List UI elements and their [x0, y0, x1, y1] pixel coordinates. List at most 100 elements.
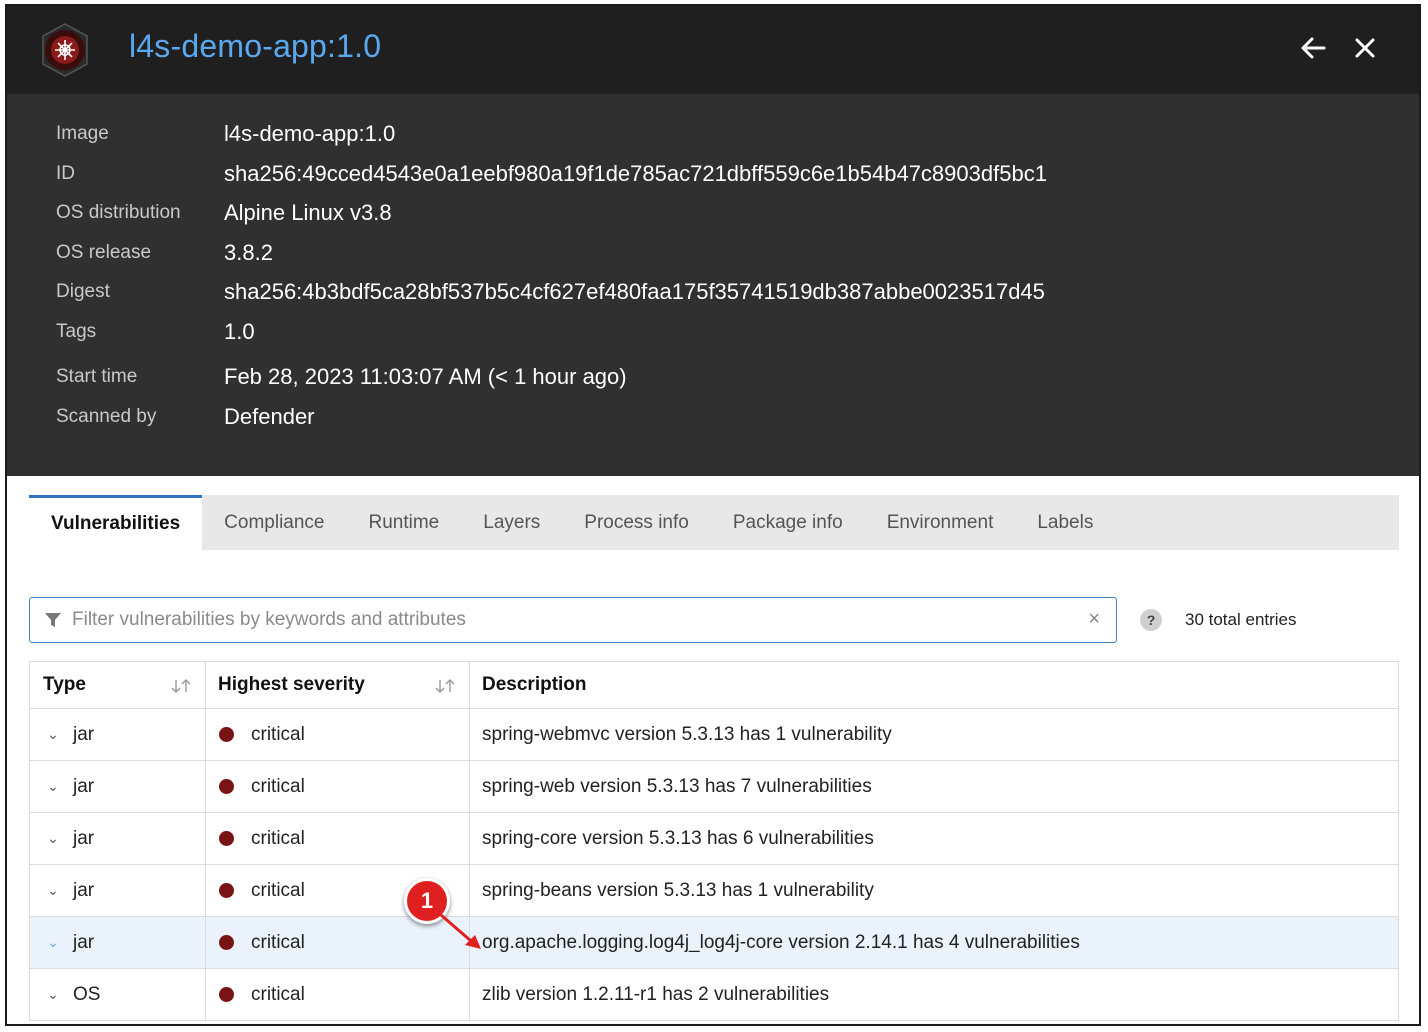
tab-runtime[interactable]: Runtime [347, 495, 462, 550]
cell-description: spring-beans version 5.3.13 has 1 vulner… [470, 865, 1399, 916]
info-row-id: ID sha256:49cced4543e0a1eebf980a19f1de78… [7, 161, 1419, 191]
info-value: Feb 28, 2023 11:03:07 AM (< 1 hour ago) [224, 364, 627, 389]
severity-text: critical [251, 879, 305, 901]
severity-text: critical [251, 931, 305, 953]
cell-description: zlib version 1.2.11-r1 has 2 vulnerabili… [470, 969, 1399, 1020]
cell-severity: critical [206, 813, 470, 864]
severity-dot [219, 935, 234, 950]
chevron-down-icon[interactable]: ⌄ [47, 830, 59, 847]
chevron-down-icon[interactable]: ⌄ [47, 778, 59, 795]
severity-text: critical [251, 723, 305, 745]
table-row[interactable]: ⌄ OS critical zlib version 1.2.11-r1 has… [29, 969, 1399, 1021]
description-text: spring-beans version 5.3.13 has 1 vulner… [482, 879, 874, 901]
cell-severity: critical [206, 917, 470, 968]
info-row-start-time: Start time Feb 28, 2023 11:03:07 AM (< 1… [7, 364, 1419, 394]
severity-dot [219, 883, 234, 898]
tab-labels[interactable]: Labels [1015, 495, 1115, 550]
sort-icon[interactable] [433, 676, 457, 696]
type-text: OS [73, 983, 101, 1005]
helm-wheel-icon [42, 23, 88, 77]
filter-input[interactable] [72, 598, 1072, 641]
severity-text: critical [251, 827, 305, 849]
info-value: 3.8.2 [224, 240, 273, 265]
tab-compliance[interactable]: Compliance [202, 495, 346, 550]
info-label: Digest [56, 281, 110, 302]
info-row-tags: Tags 1.0 [7, 319, 1419, 349]
table-row[interactable]: ⌄ jar critical spring-core version 5.3.1… [29, 813, 1399, 865]
severity-dot [219, 779, 234, 794]
total-entries: 30 total entries [1185, 610, 1297, 629]
description-text: spring-web version 5.3.13 has 7 vulnerab… [482, 775, 872, 797]
column-header-description: Description [470, 662, 1399, 708]
cell-type: ⌄ OS [29, 969, 206, 1020]
filter-box: × [29, 597, 1117, 643]
tab-process-info[interactable]: Process info [562, 495, 711, 550]
cell-severity: critical [206, 969, 470, 1020]
table-row[interactable]: ⌄ jar critical spring-beans version 5.3.… [29, 865, 1399, 917]
table-row-highlighted[interactable]: ⌄ jar critical org.apache.logging.log4j_… [29, 917, 1399, 969]
info-row-os-release: OS release 3.8.2 [7, 240, 1419, 270]
cell-severity: critical [206, 709, 470, 760]
cell-type: ⌄ jar [29, 761, 206, 812]
back-button[interactable] [1297, 32, 1329, 64]
info-value: Alpine Linux v3.8 [224, 200, 392, 225]
info-row-digest: Digest sha256:4b3bdf5ca28bf537b5c4cf627e… [7, 279, 1419, 309]
info-label: Start time [56, 366, 138, 387]
column-header-severity[interactable]: Highest severity [206, 662, 470, 708]
cell-description: spring-core version 5.3.13 has 6 vulnera… [470, 813, 1399, 864]
help-icon[interactable]: ? [1140, 609, 1162, 631]
tab-layers[interactable]: Layers [461, 495, 562, 550]
vulnerabilities-table: Type Highest severity Description ⌄ jar … [29, 661, 1399, 1021]
table-row[interactable]: ⌄ jar critical spring-web version 5.3.13… [29, 761, 1399, 813]
close-icon [1355, 38, 1375, 58]
tab-package-info[interactable]: Package info [711, 495, 865, 550]
info-value: l4s-demo-app:1.0 [224, 121, 396, 146]
severity-dot [219, 727, 234, 742]
info-label: OS release [56, 242, 152, 263]
table-row[interactable]: ⌄ jar critical spring-webmvc version 5.3… [29, 709, 1399, 761]
cell-description: org.apache.logging.log4j_log4j-core vers… [470, 917, 1399, 968]
info-row-os-distribution: OS distribution Alpine Linux v3.8 [7, 200, 1419, 230]
chevron-down-icon[interactable]: ⌄ [47, 986, 59, 1003]
info-label: Image [56, 123, 109, 144]
arrow-left-icon [1301, 37, 1326, 59]
type-text: jar [73, 879, 95, 901]
severity-text: critical [251, 983, 305, 1005]
column-label: Highest severity [218, 674, 365, 695]
severity-dot [219, 987, 234, 1002]
info-label: ID [56, 163, 75, 184]
info-label: OS distribution [56, 202, 181, 223]
chevron-down-icon[interactable]: ⌄ [47, 726, 59, 743]
sort-icon[interactable] [169, 676, 193, 696]
funnel-icon [45, 613, 61, 627]
chevron-down-icon[interactable]: ⌄ [47, 934, 59, 951]
type-text: jar [73, 827, 95, 849]
cell-type: ⌄ jar [29, 709, 206, 760]
type-text: jar [73, 931, 95, 953]
description-text: spring-core version 5.3.13 has 6 vulnera… [482, 827, 874, 849]
tab-environment[interactable]: Environment [865, 495, 1016, 550]
info-value: Defender [224, 404, 315, 429]
image-info-panel: Image l4s-demo-app:1.0 ID sha256:49cced4… [7, 94, 1419, 476]
info-label: Scanned by [56, 406, 157, 427]
info-value: sha256:49cced4543e0a1eebf980a19f1de785ac… [224, 161, 1047, 186]
severity-text: critical [251, 775, 305, 797]
cell-type: ⌄ jar [29, 813, 206, 864]
page-title: l4s-demo-app:1.0 [129, 28, 382, 64]
info-row-image: Image l4s-demo-app:1.0 [7, 121, 1419, 151]
chevron-down-icon[interactable]: ⌄ [47, 882, 59, 899]
dialog-header: l4s-demo-app:1.0 [7, 6, 1419, 94]
description-text: spring-webmvc version 5.3.13 has 1 vulne… [482, 723, 892, 745]
column-label: Description [482, 674, 587, 695]
tab-vulnerabilities[interactable]: Vulnerabilities [29, 495, 203, 550]
clear-filter-button[interactable]: × [1088, 608, 1100, 631]
close-button[interactable] [1349, 32, 1381, 64]
cell-description: spring-web version 5.3.13 has 7 vulnerab… [470, 761, 1399, 812]
tab-bar: Vulnerabilities Compliance Runtime Layer… [29, 495, 1399, 550]
info-value: 1.0 [224, 319, 255, 344]
annotation-arrow-icon [440, 913, 481, 949]
column-label: Type [43, 674, 86, 695]
column-header-type[interactable]: Type [29, 662, 206, 708]
type-text: jar [73, 723, 95, 745]
image-detail-dialog: l4s-demo-app:1.0 Image l4s-demo-app:1.0 … [5, 4, 1421, 1026]
